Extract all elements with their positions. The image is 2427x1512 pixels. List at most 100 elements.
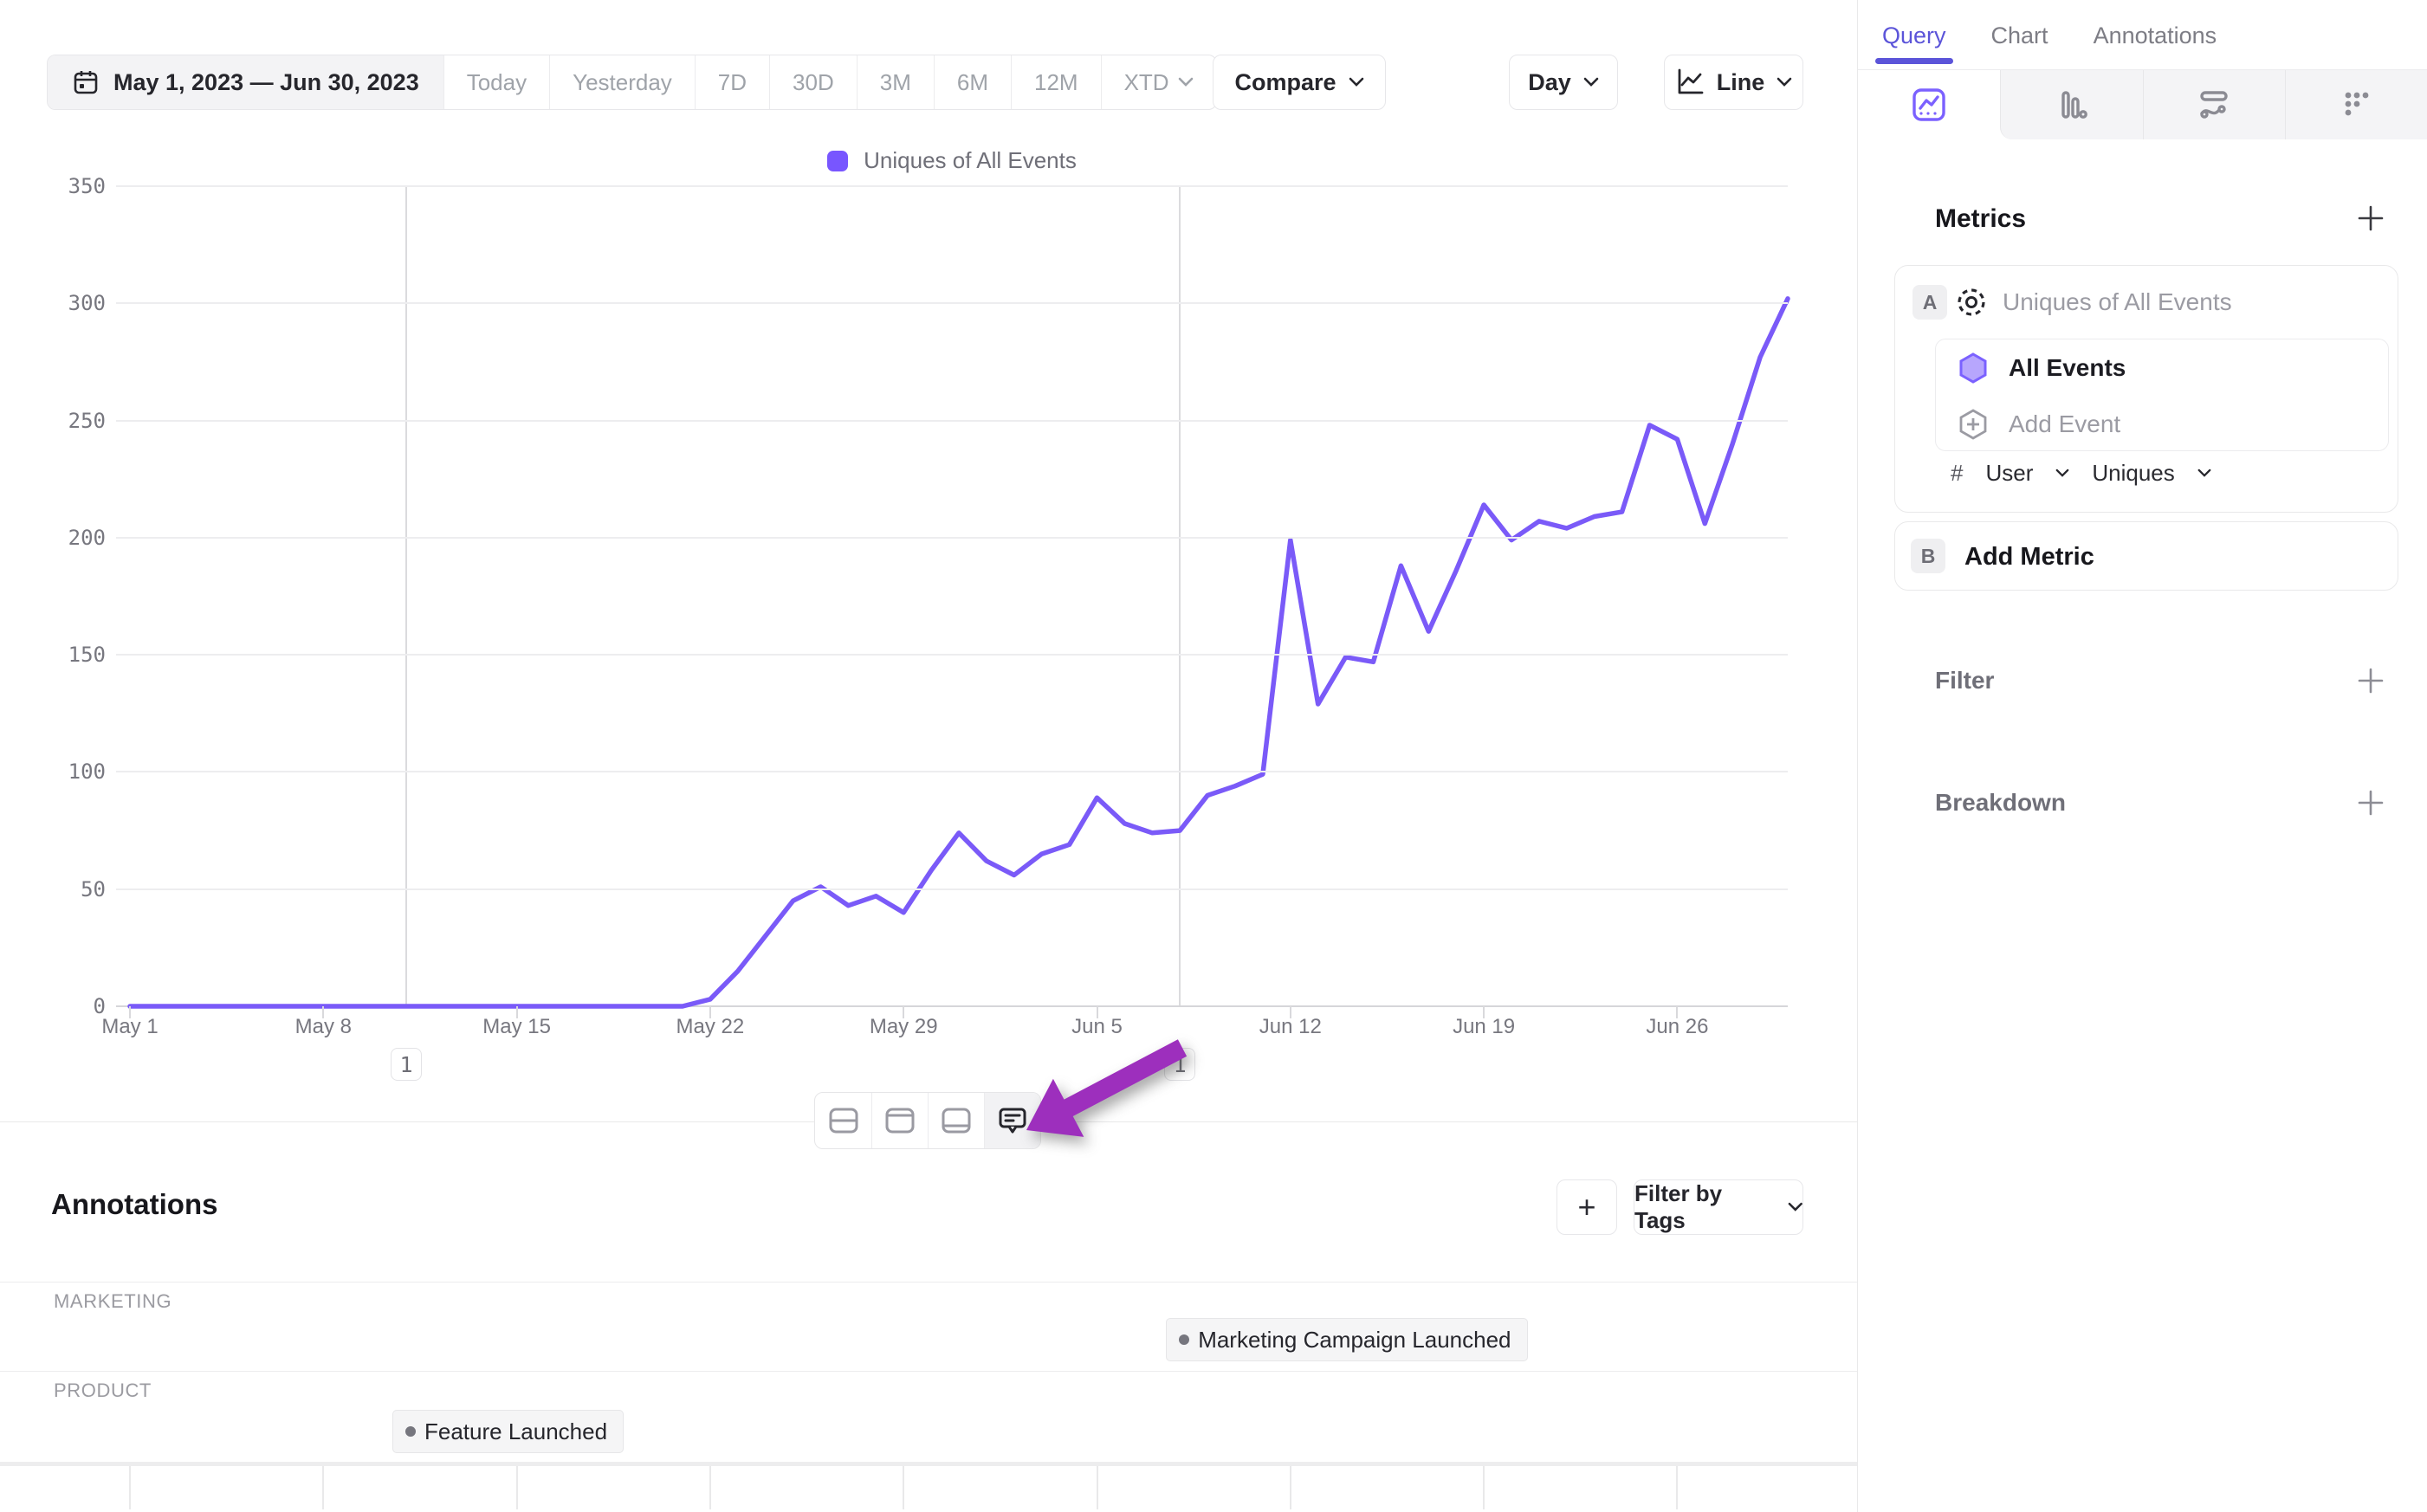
date-range-label: May 1, 2023 — Jun 30, 2023 bbox=[113, 69, 419, 96]
add-event-row[interactable]: Add Event bbox=[1936, 396, 2388, 452]
timeline-tick-mark bbox=[709, 1466, 711, 1509]
x-tick-label: May 15 bbox=[482, 1015, 551, 1039]
add-breakdown-button[interactable] bbox=[2353, 785, 2388, 820]
line-chart-tab-icon bbox=[1909, 85, 1949, 125]
tab-segmentation[interactable] bbox=[2285, 70, 2427, 139]
add-annotation-button[interactable]: + bbox=[1557, 1179, 1617, 1235]
retention-tab-icon bbox=[2194, 85, 2234, 125]
date-range-group: May 1, 2023 — Jun 30, 2023 TodayYesterda… bbox=[47, 55, 1217, 110]
sidebar-tab-query[interactable]: Query bbox=[1882, 12, 1946, 69]
tutorial-arrow bbox=[996, 1031, 1195, 1153]
gridline-y-250 bbox=[116, 420, 1788, 422]
panel-bottom-icon bbox=[940, 1104, 973, 1137]
analytics-app: May 1, 2023 — Jun 30, 2023 TodayYesterda… bbox=[0, 0, 2427, 1512]
measure-user-dropdown[interactable]: User bbox=[1985, 460, 2033, 487]
chart-workspace: May 1, 2023 — Jun 30, 2023 TodayYesterda… bbox=[0, 0, 1857, 1512]
x-tick-label: Jun 12 bbox=[1259, 1015, 1322, 1039]
add-filter-button[interactable] bbox=[2353, 663, 2388, 698]
tab-line-chart[interactable] bbox=[1858, 70, 2000, 139]
panel-top-button[interactable] bbox=[871, 1093, 928, 1148]
metrics-title: Metrics bbox=[1935, 204, 2026, 234]
plus-icon bbox=[2356, 204, 2385, 233]
sidebar-tab-annotations[interactable]: Annotations bbox=[2094, 12, 2217, 69]
metric-b-badge: B bbox=[1911, 539, 1945, 573]
preset-3m[interactable]: 3M bbox=[857, 55, 934, 109]
timeline-tick-mark bbox=[1483, 1466, 1485, 1509]
annotation-dot bbox=[405, 1426, 416, 1437]
x-tick-label: Jun 26 bbox=[1646, 1015, 1708, 1039]
panel-top-icon bbox=[883, 1104, 916, 1137]
add-metric-plus-button[interactable] bbox=[2353, 201, 2388, 236]
legend-label: Uniques of All Events bbox=[864, 147, 1077, 174]
annotation-chip-marketing[interactable]: Marketing Campaign Launched bbox=[1166, 1318, 1527, 1361]
annotations-title: Annotations bbox=[51, 1188, 217, 1221]
metric-a-badge: A bbox=[1912, 285, 1947, 320]
measure-selector-row: # User Uniques bbox=[1951, 460, 2211, 487]
gridline-y-100 bbox=[116, 771, 1788, 772]
panel-bottom-button[interactable] bbox=[928, 1093, 984, 1148]
chart-type-button[interactable]: Line bbox=[1664, 55, 1803, 110]
compare-button[interactable]: Compare bbox=[1213, 55, 1386, 110]
x-tick-label: May 29 bbox=[870, 1015, 938, 1039]
y-tick-label: 50 bbox=[81, 877, 106, 901]
plus-icon bbox=[2356, 666, 2385, 695]
preset-30d[interactable]: 30D bbox=[769, 55, 857, 109]
plus-icon bbox=[2356, 788, 2385, 817]
series-line bbox=[130, 299, 1788, 1006]
sidebar-tab-chart[interactable]: Chart bbox=[1991, 12, 2048, 69]
y-tick-label: 150 bbox=[68, 643, 106, 667]
chevron-down-icon bbox=[1583, 77, 1599, 87]
annotations-timeline-axis bbox=[0, 1462, 1857, 1466]
add-event-hexagon-icon bbox=[1957, 408, 1990, 441]
filter-by-tags-button[interactable]: Filter by Tags bbox=[1634, 1179, 1803, 1235]
timeline-tick-mark bbox=[516, 1466, 518, 1509]
x-tick-label: May 8 bbox=[295, 1015, 352, 1039]
add-metric-card[interactable]: B Add Metric bbox=[1894, 521, 2398, 591]
y-axis-labels: 050100150200250300350 bbox=[0, 186, 106, 1006]
add-metric-label: Add Metric bbox=[1964, 543, 2094, 572]
x-tick-label: May 22 bbox=[676, 1015, 745, 1039]
timeline-tick-mark bbox=[129, 1466, 131, 1509]
gridline-y-150 bbox=[116, 654, 1788, 656]
tab-retention[interactable] bbox=[2143, 70, 2286, 139]
timeline-tick-mark bbox=[903, 1466, 904, 1509]
preset-6m[interactable]: 6M bbox=[934, 55, 1011, 109]
calendar-icon bbox=[72, 68, 100, 96]
preset-12m[interactable]: 12M bbox=[1011, 55, 1101, 109]
preset-today[interactable]: Today bbox=[443, 55, 549, 109]
y-tick-label: 250 bbox=[68, 409, 106, 433]
preset-xtd[interactable]: XTD bbox=[1101, 55, 1216, 109]
date-range-button[interactable]: May 1, 2023 — Jun 30, 2023 bbox=[48, 55, 443, 109]
split-panel-button[interactable] bbox=[815, 1093, 871, 1148]
series-svg bbox=[116, 186, 1788, 1006]
gridline-y-50 bbox=[116, 888, 1788, 890]
x-tick-label: Jun 19 bbox=[1453, 1015, 1515, 1039]
timeline-tick-mark bbox=[1676, 1466, 1678, 1509]
annotation-chip-product[interactable]: Feature Launched bbox=[392, 1410, 624, 1453]
annotation-count-badge[interactable]: 1 bbox=[391, 1048, 422, 1081]
timeline-tick-mark bbox=[1097, 1466, 1098, 1509]
segmentation-tab-icon bbox=[2337, 85, 2377, 125]
metric-settings-icon[interactable] bbox=[1952, 283, 1990, 321]
metric-a-card: A Uniques of All Events All Events Add E… bbox=[1894, 265, 2398, 513]
tab-bar-chart[interactable] bbox=[2000, 70, 2143, 139]
event-hexagon-icon bbox=[1957, 352, 1990, 384]
preset-yesterday[interactable]: Yesterday bbox=[549, 55, 695, 109]
measure-uniques-dropdown[interactable]: Uniques bbox=[2092, 460, 2174, 487]
sidebar-tabs: Query Chart Annotations bbox=[1882, 12, 2217, 69]
preset-7d[interactable]: 7D bbox=[695, 55, 769, 109]
group-divider bbox=[0, 1282, 1857, 1283]
filter-section-label: Filter bbox=[1935, 667, 1994, 695]
granularity-button[interactable]: Day bbox=[1509, 55, 1618, 110]
event-row-all-events[interactable]: All Events bbox=[1936, 339, 2388, 396]
chevron-down-icon bbox=[2197, 468, 2211, 478]
chevron-down-icon bbox=[1777, 77, 1792, 87]
y-tick-label: 300 bbox=[68, 291, 106, 315]
line-chart-plot[interactable] bbox=[116, 186, 1788, 1006]
breakdown-section-label: Breakdown bbox=[1935, 789, 2066, 817]
metric-name-placeholder[interactable]: Uniques of All Events bbox=[2003, 288, 2232, 316]
legend-swatch bbox=[827, 151, 848, 171]
gridline-y-350 bbox=[116, 185, 1788, 187]
y-tick-label: 100 bbox=[68, 759, 106, 784]
chevron-down-icon bbox=[1349, 77, 1364, 87]
